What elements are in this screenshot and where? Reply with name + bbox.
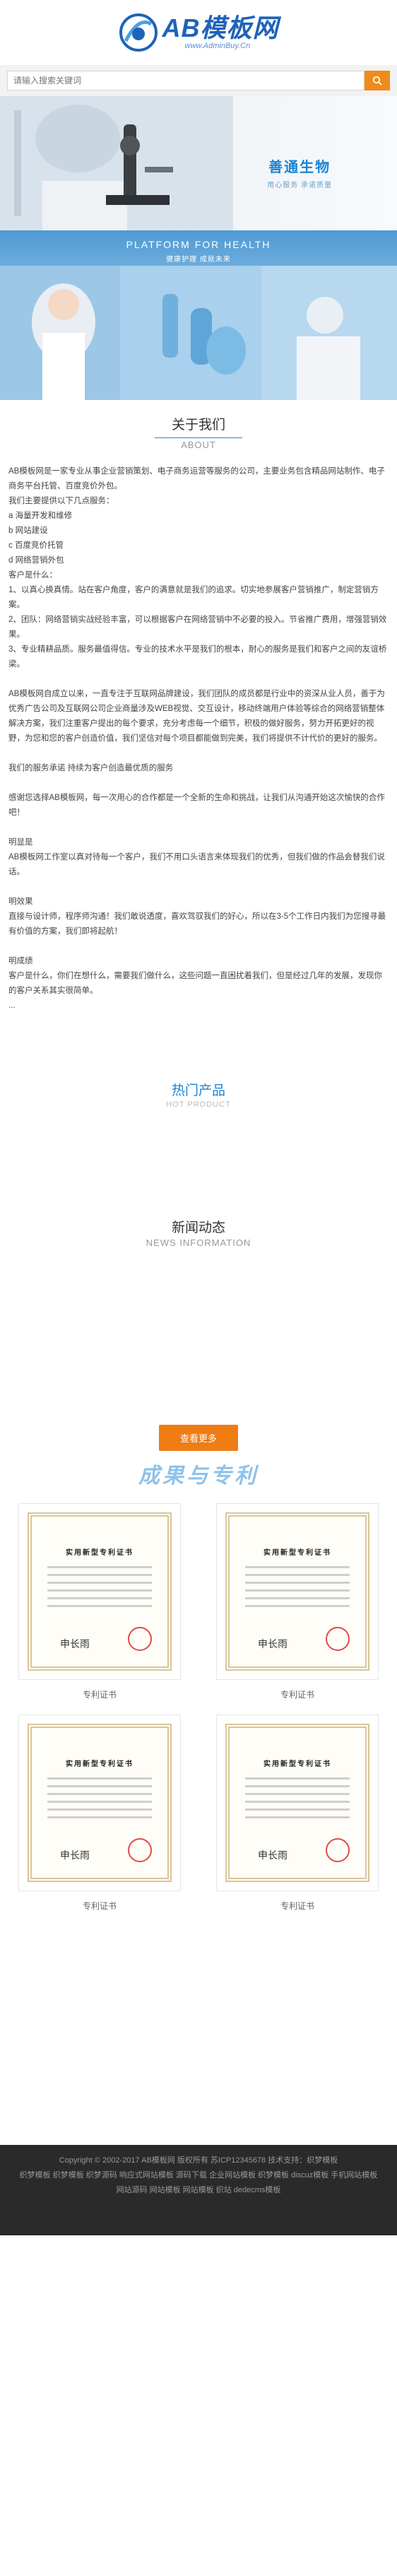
certificate-image[interactable]: 实用新型专利证书申长雨 (18, 1715, 181, 1891)
banner-brand-subtitle: 用心服务 承诺质量 (267, 182, 332, 189)
lab-collage-image (0, 266, 397, 400)
about-paragraph: 1、以真心换真情。站在客户角度，客户的满意就是我们的追求。切实地参展客户营销推广… (8, 586, 379, 609)
certificate-title: 实用新型专利证书 (66, 1549, 134, 1557)
footer-links-2[interactable]: 网站源码 网站模板 网站模板 织站 dedecms模板 (11, 2183, 386, 2198)
certificate-caption: 专利证书 (82, 1690, 117, 1700)
certificate-caption: 专利证书 (280, 1901, 314, 1911)
about-paragraph: 我们主要提供以下几点服务： (8, 497, 114, 505)
empty-area (0, 1926, 397, 2145)
certificate-image[interactable]: 实用新型专利证书申长雨 (216, 1503, 379, 1680)
products-title-cn: 热门产品 (171, 1083, 225, 1098)
certificate-title: 实用新型专利证书 (263, 1760, 331, 1768)
microscope-image (0, 96, 233, 230)
about-paragraph: AB模板网是一家专业从事企业营销策划、电子商务运营等服务的公司，主要业务包含精品… (8, 467, 385, 490)
banner-brand-title: 善通生物 (268, 160, 331, 175)
about-title-en: ABOUT (181, 440, 216, 450)
logo-title: AB模板网 (162, 13, 279, 42)
news-title-en: NEWS INFORMATION (146, 1237, 251, 1248)
search-input[interactable] (7, 71, 365, 90)
about-paragraph: c 百度竞价托管 (8, 541, 64, 550)
logo-mark-icon (119, 13, 158, 52)
more-wrap: 查看更多 (0, 1425, 397, 1451)
about-paragraph: 直接与设计师，程序师沟通！我们敢说透度，喜欢驾驭我们的好心，所以在3-5个工作日… (8, 912, 386, 936)
about-paragraph: 明显是 (8, 838, 33, 847)
hero-banner-bottom: PLATFORM FOR HEALTH 健康护理 成就未来 (0, 230, 397, 400)
search-icon (372, 76, 382, 86)
certificate-card[interactable]: 实用新型专利证书申长雨专利证书 (216, 1503, 379, 1700)
about-paragraph: 客户是什么，你们在想什么，需要我们做什么，这些问题一直困扰着我们，但是经过几年的… (8, 972, 382, 995)
certificate-image[interactable]: 实用新型专利证书申长雨 (18, 1503, 181, 1680)
about-paragraph: 3、专业精耕品质。服务最值得信。专业的技术水平是我们的根本，耐心的服务是我们和客… (8, 645, 387, 669)
footer-copyright: Copyright © 2002-2017 AB模板网 版权所有 苏ICP123… (59, 2156, 338, 2165)
about-paragraph: d 网络营销外包 (8, 556, 64, 565)
certificate-image[interactable]: 实用新型专利证书申长雨 (216, 1715, 379, 1891)
hero-banner-top: 善通生物 用心服务 承诺质量 (0, 96, 397, 230)
logo-subtitle: www.AdminBuy.Cn (184, 42, 251, 50)
certificate-title: 实用新型专利证书 (66, 1760, 134, 1768)
about-paragraph: 客户是什么： (8, 571, 57, 580)
certificate-card[interactable]: 实用新型专利证书申长雨专利证书 (18, 1715, 181, 1912)
search-button[interactable] (365, 71, 390, 90)
signature-image: 申长雨 (60, 1850, 90, 1862)
about-paragraph: 感谢您选择AB模板网，每一次用心的合作都是一个全新的生命和挑战，让我们从沟通开始… (8, 794, 385, 817)
news-title-cn: 新闻动态 (171, 1221, 225, 1235)
news-section: 新闻动态 NEWS INFORMATION (0, 1163, 397, 1425)
honor-banner: 成果与专利 (0, 1458, 397, 1503)
about-body: AB模板网是一家专业从事企业营销策划、电子商务运营等服务的公司，主要业务包含精品… (0, 450, 397, 1022)
certificate-caption: 专利证书 (82, 1901, 117, 1911)
banner-brand: 善通生物 用心服务 承诺质量 (267, 155, 332, 189)
about-paragraph: 明成绩 (8, 957, 33, 965)
about-title-cn: 关于我们 (171, 418, 225, 433)
about-paragraph: AB模板网自成立以来，一直专注于互联网品牌建设，我们团队的成员都是行业中的资深从… (8, 690, 385, 743)
about-title: 关于我们 ABOUT (0, 400, 397, 450)
about-paragraph: b 网站建设 (8, 527, 48, 535)
seal-image (326, 1838, 350, 1862)
seal-image (128, 1838, 152, 1862)
seal-image (326, 1627, 350, 1651)
footer-links-1[interactable]: 织梦模板 织梦模板 织梦源码 响应式网站模板 源码下载 企业网站模板 织梦模板 … (11, 2168, 386, 2183)
products-title-en: HOT PRODUCT (166, 1100, 231, 1109)
about-paragraph: a 海量开发和维修 (8, 512, 73, 520)
certificate-caption: 专利证书 (280, 1690, 314, 1700)
certificate-card[interactable]: 实用新型专利证书申长雨专利证书 (18, 1503, 181, 1700)
certificate-title: 实用新型专利证书 (263, 1549, 331, 1557)
certificate-grid: 实用新型专利证书 申长雨 专利证书 实用新型专利证书 申长雨 专利证书 实用新型专利证书 申长… (0, 1503, 397, 1926)
certificate-card[interactable]: 实用新型专利证书申长雨专利证书 (216, 1715, 379, 1912)
site-logo[interactable]: AB模板网 www.AdminBuy.Cn (119, 13, 279, 52)
signature-image: 申长雨 (60, 1639, 90, 1650)
signature-image: 申长雨 (258, 1850, 288, 1862)
banner-slogan-cn: 健康护理 成就未来 (166, 256, 231, 264)
seal-image (128, 1627, 152, 1651)
about-section: 关于我们 ABOUT AB模板网是一家专业从事企业营销策划、电子商务运营等服务的… (0, 400, 397, 1022)
about-paragraph: 2、团队：网络营销实战经验丰富，可以根据客户在网络营销中不必要的投入。节省推广费… (8, 616, 387, 639)
title-divider (155, 437, 242, 438)
search-bar (0, 65, 397, 96)
view-more-button[interactable]: 查看更多 (158, 1425, 238, 1451)
about-paragraph: 明效果 (8, 898, 33, 906)
honor-banner-title: 成果与专利 (138, 1464, 259, 1488)
products-section: 热门产品 HOT PRODUCT (0, 1022, 397, 1163)
about-paragraph: ... (8, 1001, 16, 1010)
site-header: AB模板网 www.AdminBuy.Cn (0, 0, 397, 65)
about-paragraph: 我们的服务承诺 持续为客户创造最优质的服务 (8, 764, 174, 772)
signature-image: 申长雨 (258, 1639, 288, 1650)
about-paragraph: AB模板网工作室以真对待每一个客户，我们不用口头语言来体现我们的优秀，但我们做的… (8, 853, 385, 876)
site-footer: Copyright © 2002-2017 AB模板网 版权所有 苏ICP123… (0, 2145, 397, 2235)
banner-slogan-en: PLATFORM FOR HEALTH (126, 239, 271, 250)
